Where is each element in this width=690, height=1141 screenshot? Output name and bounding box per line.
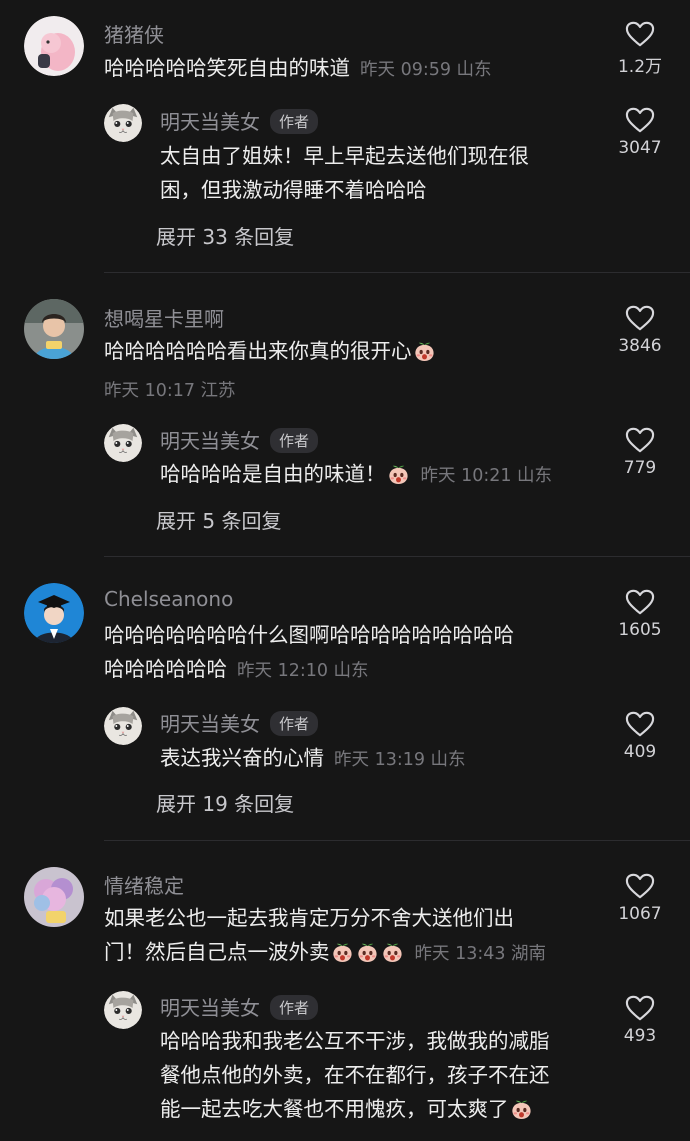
- avatar[interactable]: [24, 583, 84, 643]
- expand-replies-button[interactable]: 展开 33 条回复: [156, 221, 294, 250]
- divider: [104, 272, 690, 273]
- comment-username[interactable]: 想喝星卡里啊: [104, 303, 224, 332]
- comment-text: 哈哈哈哈哈哈看出来你真的很开心: [104, 334, 437, 368]
- like-count: 409: [623, 742, 657, 762]
- comment-time: 昨天 09:59 山东: [360, 60, 492, 80]
- like-button[interactable]: 1.2万: [610, 20, 670, 77]
- like-button[interactable]: 3846: [610, 304, 670, 356]
- expand-replies-button[interactable]: 展开 19 条回复: [156, 788, 294, 817]
- author-badge: 作者: [270, 995, 319, 1020]
- comment-time: 昨天 10:17 江苏: [104, 381, 236, 401]
- peach-emoji-icon: [387, 464, 410, 485]
- divider: [104, 840, 690, 841]
- divider: [104, 556, 690, 557]
- like-button[interactable]: 493: [610, 994, 670, 1046]
- like-button[interactable]: 3047: [610, 106, 670, 158]
- peach-emoji-icon: [510, 1099, 533, 1120]
- expand-replies-button[interactable]: 展开 5 条回复: [156, 505, 281, 534]
- comment-username[interactable]: 情绪稳定: [104, 870, 184, 899]
- comment-text: 哈哈哈哈哈哈哈什么图啊哈哈哈哈哈哈哈哈哈 哈哈哈哈哈哈 昨天 12:10 山东: [104, 623, 514, 681]
- reply-text: 太自由了姐妹！早上早起去送他们现在很 困，但我激动得睡不着哈哈哈: [160, 144, 529, 202]
- comment-time: 昨天 13:43 湖南: [414, 944, 547, 964]
- reply-text: 哈哈哈哈是自由的味道！ 昨天 10:21 山东: [160, 462, 553, 486]
- like-count: 779: [623, 458, 657, 478]
- like-count: 1067: [618, 904, 662, 924]
- avatar[interactable]: [104, 991, 142, 1029]
- like-count: 493: [623, 1026, 657, 1046]
- reply-text: 表达我兴奋的心情 昨天 13:19 山东: [160, 746, 466, 770]
- peach-emoji-icon: [381, 942, 404, 963]
- reply-username[interactable]: 明天当美女 作者: [160, 992, 319, 1021]
- author-badge: 作者: [270, 711, 319, 736]
- avatar[interactable]: [104, 424, 142, 462]
- avatar[interactable]: [24, 867, 84, 927]
- reply-username[interactable]: 明天当美女 作者: [160, 425, 319, 454]
- comment-text: 如果老公也一起去我肯定万分不舍大送他们出 门！然后自己点一波外卖 昨天 13:43…: [104, 906, 547, 964]
- comment-time: 昨天 12:10 山东: [237, 661, 369, 681]
- like-button[interactable]: 779: [610, 426, 670, 478]
- peach-emoji-icon: [331, 942, 354, 963]
- like-button[interactable]: 409: [610, 710, 670, 762]
- like-button[interactable]: 1605: [610, 588, 670, 640]
- heart-outline-icon: [625, 588, 655, 616]
- heart-outline-icon: [625, 872, 655, 900]
- like-button[interactable]: 1067: [610, 872, 670, 924]
- comment-username[interactable]: 猪猪侠: [104, 19, 164, 48]
- avatar[interactable]: [24, 16, 84, 76]
- author-badge: 作者: [270, 428, 319, 453]
- reply-time: 昨天 10:21 山东: [420, 466, 553, 486]
- author-badge: 作者: [270, 109, 319, 134]
- like-count: 1605: [618, 620, 662, 640]
- heart-outline-icon: [625, 426, 655, 454]
- heart-outline-icon: [625, 710, 655, 738]
- reply-time: 昨天 13:19 山东: [334, 750, 466, 770]
- reply-username[interactable]: 明天当美女 作者: [160, 708, 319, 737]
- avatar[interactable]: [104, 104, 142, 142]
- reply-text: 哈哈哈我和我老公互不干涉，我做我的减脂 餐他点他的外卖，在不在都行，孩子不在还 …: [160, 1029, 550, 1121]
- like-count: 3846: [618, 336, 662, 356]
- avatar[interactable]: [104, 707, 142, 745]
- like-count: 1.2万: [617, 57, 663, 77]
- comment-username[interactable]: Chelseanono: [104, 587, 233, 611]
- avatar[interactable]: [24, 299, 84, 359]
- heart-outline-icon: [625, 304, 655, 332]
- like-count: 3047: [618, 138, 662, 158]
- reply-username[interactable]: 明天当美女 作者: [160, 106, 319, 135]
- heart-outline-icon: [625, 106, 655, 134]
- heart-outline-icon: [625, 20, 655, 48]
- heart-outline-icon: [625, 994, 655, 1022]
- peach-emoji-icon: [413, 341, 436, 362]
- peach-emoji-icon: [356, 942, 379, 963]
- comment-text: 哈哈哈哈哈笑死自由的味道 昨天 09:59 山东: [104, 56, 492, 80]
